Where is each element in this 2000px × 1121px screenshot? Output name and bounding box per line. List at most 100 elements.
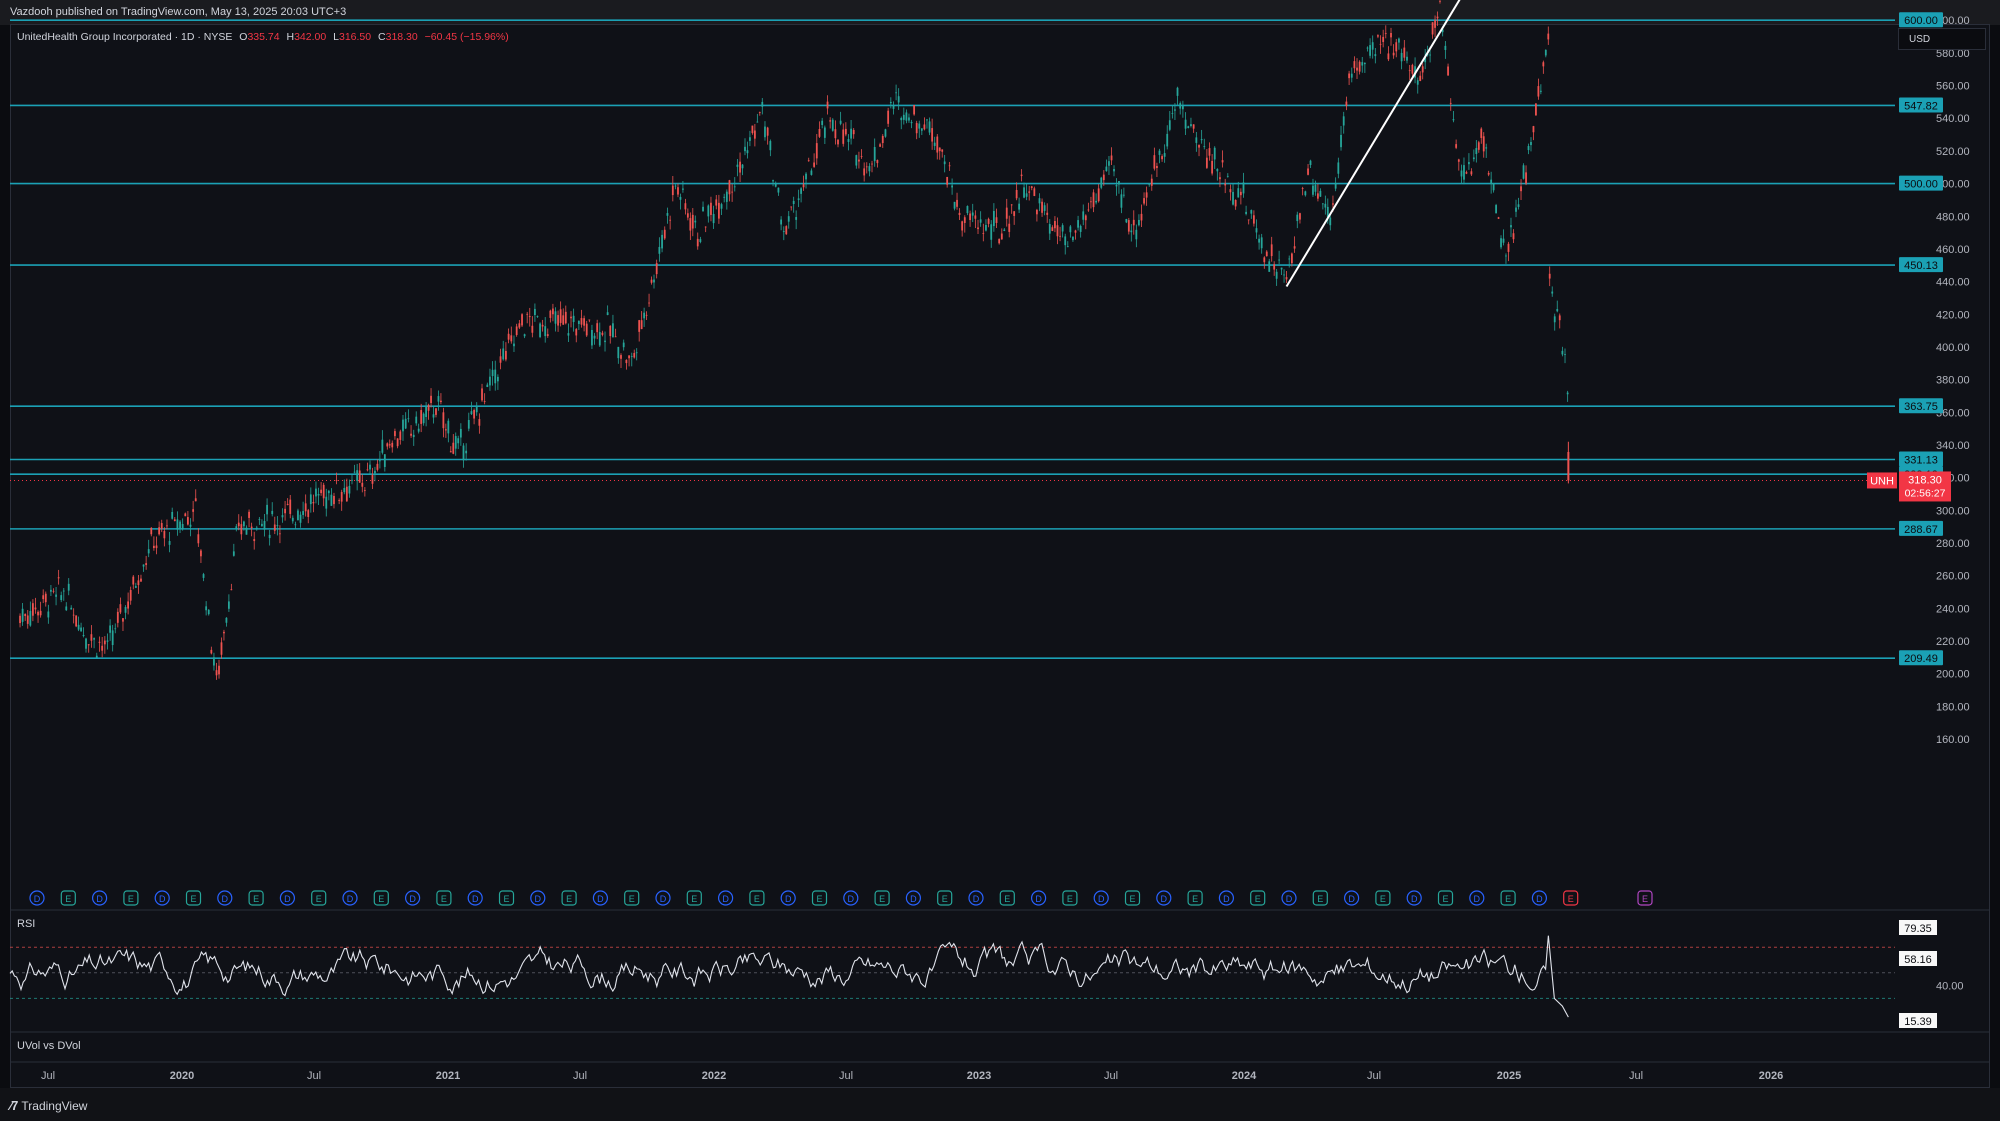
candle-body	[758, 112, 761, 113]
candle-body	[1507, 243, 1510, 252]
currency-selector[interactable]: USD	[1898, 28, 1986, 50]
candle-body	[712, 213, 715, 224]
candle-body	[1018, 203, 1021, 210]
candle-body	[1278, 259, 1281, 261]
candle-body	[1408, 70, 1411, 72]
candle-body	[531, 325, 534, 333]
price-chart[interactable]: 160.00 180.00 200.00 220.00 240.00 260.00 280.…	[0, 0, 2000, 1121]
candle-body	[258, 519, 261, 521]
open-value: 335.74	[247, 31, 280, 43]
candle-body	[1477, 142, 1480, 150]
candle-body	[1198, 145, 1200, 148]
dividend-event-label: D	[910, 894, 917, 904]
candle-body	[19, 615, 21, 624]
candle-body	[72, 614, 75, 616]
x-tick-label: 2023	[967, 1070, 991, 1082]
candle-body	[62, 590, 65, 592]
candle-body	[442, 412, 445, 429]
candle-body	[648, 302, 650, 304]
candle-body	[1100, 177, 1103, 188]
candle-body	[1434, 20, 1436, 28]
candle-body	[990, 224, 993, 240]
dividend-event-label: D	[1411, 894, 1418, 904]
last-price-value: 318.30	[1908, 474, 1942, 486]
candle-body	[507, 333, 510, 340]
candle-body	[340, 492, 343, 502]
candle-body	[677, 187, 679, 195]
candle-body	[638, 320, 641, 332]
y-tick-label: 560.00	[1936, 81, 1970, 93]
candle-body	[481, 388, 483, 401]
candle-body	[70, 607, 73, 610]
dividend-event-label: D	[1098, 894, 1105, 904]
candle-body	[499, 356, 502, 363]
candle-body	[124, 606, 127, 613]
candle-body	[515, 326, 518, 335]
candle-body	[150, 527, 153, 535]
candle-body	[918, 123, 921, 129]
candle-body	[248, 511, 250, 518]
candle-body	[807, 160, 810, 162]
candle-body	[420, 410, 423, 424]
earnings-event-label: E	[629, 894, 635, 904]
candle-body	[802, 184, 805, 188]
candle-body	[1003, 229, 1006, 231]
candle-body	[286, 503, 289, 505]
candle-body	[1082, 211, 1085, 220]
candle-body	[1449, 102, 1452, 104]
candle-body	[1309, 160, 1312, 165]
symbol-title: UnitedHealth Group Incorporated · 1D · N…	[17, 31, 233, 43]
candle-body	[279, 533, 281, 535]
y-tick-label: 200.00	[1936, 669, 1970, 681]
candle-body	[669, 219, 672, 221]
tradingview-brand[interactable]: ⁄7 TradingView	[10, 1098, 87, 1113]
candle-body	[510, 335, 513, 342]
y-tick-label: 400.00	[1936, 342, 1970, 354]
candle-body	[612, 323, 614, 338]
candle-body	[966, 206, 969, 214]
candle-body	[1356, 67, 1358, 71]
candle-body	[1118, 180, 1120, 185]
candle-body	[823, 127, 826, 138]
candle-body	[1242, 182, 1245, 194]
candle-body	[1374, 54, 1377, 57]
candle-body	[232, 551, 235, 556]
y-tick-label: 440.00	[1936, 277, 1970, 289]
candle-body	[643, 312, 646, 319]
candle-body	[1125, 218, 1128, 223]
candle-body	[691, 214, 694, 229]
candle-body	[601, 332, 604, 335]
candle-body	[534, 308, 536, 316]
candle-body	[1485, 147, 1488, 149]
candle-body	[829, 120, 832, 122]
candle-body	[55, 594, 57, 597]
candle-body	[376, 463, 379, 470]
candle-body	[528, 316, 531, 318]
candle-body	[268, 534, 271, 539]
candle-body	[1384, 33, 1387, 34]
candle-body	[953, 201, 956, 209]
candle-body	[1561, 350, 1564, 355]
candle-body	[653, 279, 655, 283]
candle-body	[32, 603, 34, 616]
candle-body	[787, 216, 790, 222]
dividend-event-label: D	[973, 894, 980, 904]
candle-body	[1187, 126, 1190, 128]
candle-body	[1492, 183, 1495, 191]
earnings-event-label: E	[754, 894, 760, 904]
candle-body	[702, 206, 704, 212]
candle-body	[1102, 174, 1105, 181]
rsi-line	[9, 935, 1569, 1018]
candle-body	[1023, 187, 1025, 198]
candle-body	[202, 574, 205, 578]
candle-body	[85, 638, 87, 649]
candle-body	[948, 165, 951, 167]
candle-body	[192, 509, 195, 512]
candle-body	[127, 601, 130, 609]
candle-body	[266, 504, 268, 515]
candle-body	[255, 527, 258, 529]
candle-body	[895, 92, 897, 94]
candle-body	[715, 199, 718, 206]
candle-body	[1054, 221, 1056, 229]
candle-body	[459, 428, 462, 438]
